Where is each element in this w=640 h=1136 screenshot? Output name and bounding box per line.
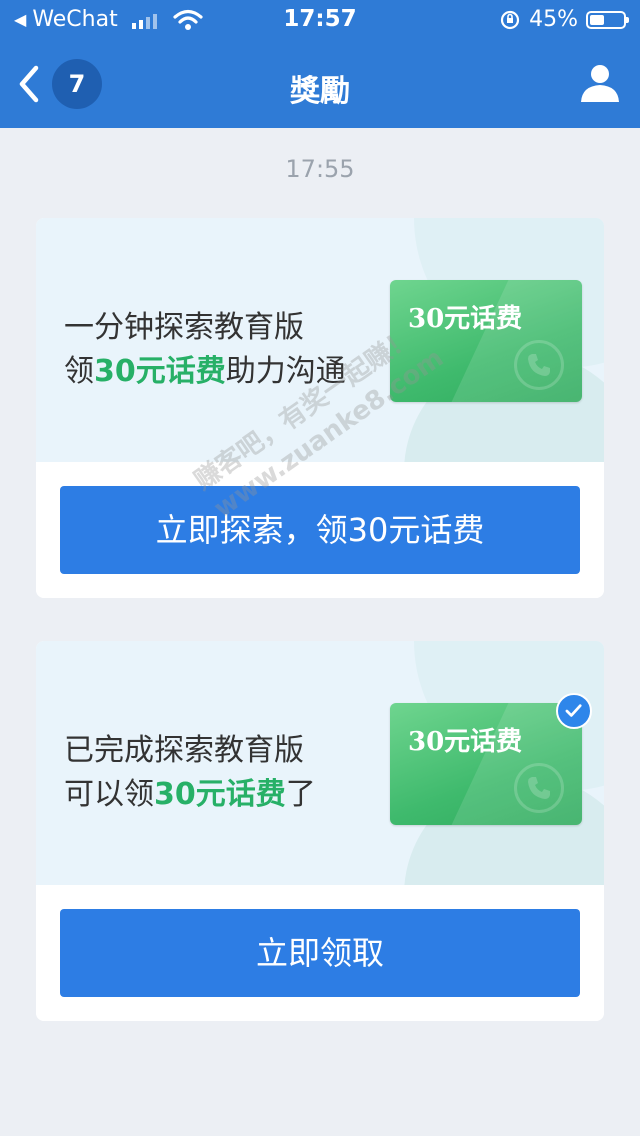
checkmark-icon	[556, 693, 592, 729]
ticket-label: 30元话费	[408, 304, 523, 334]
card-footer: 立即领取	[36, 885, 604, 1021]
card-message: 已完成探索教育版 可以领30元话费了	[64, 729, 316, 817]
card-line2: 领30元话费助力沟通	[64, 354, 346, 389]
status-bar: ◀ WeChat 17:57 45%	[0, 0, 640, 42]
user-icon[interactable]	[578, 60, 622, 104]
card-line1: 已完成探索教育版	[64, 733, 304, 768]
phone-icon	[514, 763, 564, 813]
status-right: 45%	[499, 7, 629, 32]
reward-highlight: 30元话费	[154, 777, 286, 812]
message-timestamp: 17:55	[285, 155, 355, 183]
reward-highlight: 30元话费	[94, 354, 226, 389]
card-line2: 可以领30元话费了	[64, 777, 316, 812]
card-line1: 一分钟探索教育版	[64, 310, 304, 345]
ticket-label: 30元话费	[408, 727, 523, 757]
battery-icon	[586, 10, 629, 29]
orientation-lock-icon	[500, 10, 520, 29]
nav-bar: 7 獎勵	[0, 42, 640, 128]
reward-card-claim: 已完成探索教育版 可以领30元话费了 30元话费 立即领取	[36, 641, 604, 1021]
card-footer: 立即探索，领30元话费	[36, 462, 604, 598]
explore-claim-button[interactable]: 立即探索，领30元话费	[60, 486, 580, 574]
battery-percent: 45%	[529, 7, 578, 32]
top-bar: ◀ WeChat 17:57 45% 7 獎勵	[0, 0, 640, 128]
phone-icon	[514, 340, 564, 390]
phone-credit-ticket: 30元话费	[390, 693, 592, 825]
card-hero: 已完成探索教育版 可以领30元话费了 30元话费	[36, 641, 604, 885]
page-title: 獎勵	[290, 74, 350, 109]
card-message: 一分钟探索教育版 领30元话费助力沟通	[64, 306, 346, 394]
claim-now-button[interactable]: 立即领取	[60, 909, 580, 997]
